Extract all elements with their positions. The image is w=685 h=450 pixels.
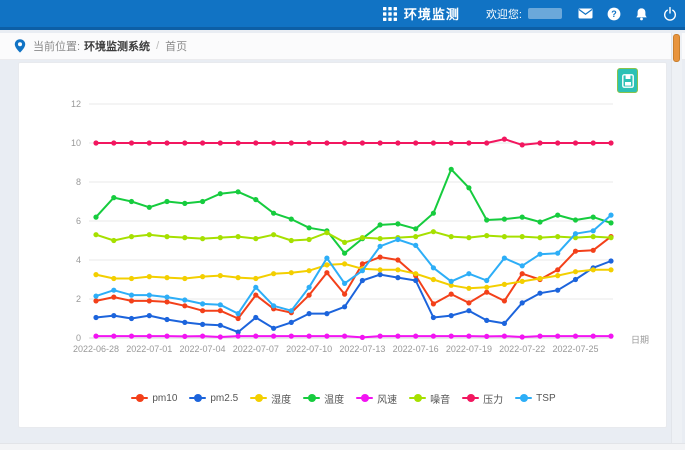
svg-text:12: 12 xyxy=(71,99,81,109)
legend-label: pm10 xyxy=(152,393,177,404)
legend-marker xyxy=(409,394,426,403)
breadcrumb-system-link[interactable]: 环境监测系统 xyxy=(84,38,150,54)
legend-marker xyxy=(515,394,532,403)
legend-label: 风速 xyxy=(377,391,397,406)
svg-text:2022-07-25: 2022-07-25 xyxy=(552,344,598,354)
save-image-icon xyxy=(622,74,634,88)
scrollbar-thumb[interactable] xyxy=(673,34,680,62)
location-pin-icon xyxy=(14,39,26,53)
breadcrumb-separator: / xyxy=(156,40,159,52)
svg-text:2022-07-19: 2022-07-19 xyxy=(446,344,492,354)
save-image-button[interactable] xyxy=(617,68,638,93)
legend-marker xyxy=(250,394,267,403)
svg-text:日期: 日期 xyxy=(631,335,649,345)
legend-label: TSP xyxy=(536,393,555,404)
svg-text:8: 8 xyxy=(76,177,81,187)
legend-item-pm2.5[interactable]: pm2.5 xyxy=(189,393,238,404)
legend-item-TSP[interactable]: TSP xyxy=(515,393,555,404)
svg-text:2022-07-16: 2022-07-16 xyxy=(393,344,439,354)
top-navbar: 环境监测 欢迎您: ? xyxy=(0,0,685,30)
legend-item-噪音[interactable]: 噪音 xyxy=(409,391,450,406)
svg-text:2022-07-22: 2022-07-22 xyxy=(499,344,545,354)
scrollbar[interactable] xyxy=(671,33,682,450)
chart-legend: pm10 pm2.5 湿度 温度 风速 噪音 压力 TSP xyxy=(19,390,668,406)
breadcrumb-home-link[interactable]: 首页 xyxy=(165,38,187,54)
legend-label: pm2.5 xyxy=(210,393,238,404)
app-title: 环境监测 xyxy=(404,4,460,23)
svg-text:2022-07-13: 2022-07-13 xyxy=(339,344,385,354)
bell-icon[interactable] xyxy=(634,6,649,21)
svg-text:6: 6 xyxy=(76,216,81,226)
svg-text:2: 2 xyxy=(76,294,81,304)
legend-item-风速[interactable]: 风速 xyxy=(356,391,397,406)
chart-card: 0 2 4 6 8 10 12 2022-06-28 2022-07-01 2022-07-04 2… xyxy=(18,62,667,428)
legend-marker xyxy=(462,394,479,403)
svg-text:2022-06-28: 2022-06-28 xyxy=(73,344,119,354)
line-chart: 0 2 4 6 8 10 12 2022-06-28 2022-07-01 2022-07-04 2… xyxy=(19,63,668,383)
breadcrumb-location-label: 当前位置: xyxy=(33,38,80,54)
svg-text:?: ? xyxy=(611,9,617,19)
legend-item-温度[interactable]: 温度 xyxy=(303,391,344,406)
svg-text:10: 10 xyxy=(71,138,81,148)
legend-marker xyxy=(131,394,148,403)
legend-marker xyxy=(189,394,206,403)
legend-item-湿度[interactable]: 湿度 xyxy=(250,391,291,406)
legend-label: 压力 xyxy=(483,391,503,406)
svg-text:2022-07-10: 2022-07-10 xyxy=(286,344,332,354)
bottom-strip xyxy=(0,443,685,450)
welcome-label: 欢迎您: xyxy=(486,6,522,22)
svg-text:0: 0 xyxy=(76,333,81,343)
svg-text:2022-07-01: 2022-07-01 xyxy=(126,344,172,354)
help-icon[interactable]: ? xyxy=(606,6,621,21)
legend-item-压力[interactable]: 压力 xyxy=(462,391,503,406)
legend-label: 噪音 xyxy=(430,391,450,406)
svg-text:4: 4 xyxy=(76,255,81,265)
legend-label: 温度 xyxy=(324,391,344,406)
svg-text:2022-07-04: 2022-07-04 xyxy=(180,344,226,354)
legend-item-pm10[interactable]: pm10 xyxy=(131,393,177,404)
mail-icon[interactable] xyxy=(578,6,593,21)
legend-marker xyxy=(303,394,320,403)
user-name-redacted xyxy=(528,8,562,19)
power-icon[interactable] xyxy=(662,6,677,21)
svg-text:2022-07-07: 2022-07-07 xyxy=(233,344,279,354)
breadcrumb-bar: 当前位置: 环境监测系统 / 首页 xyxy=(0,33,685,60)
legend-marker xyxy=(356,394,373,403)
legend-label: 湿度 xyxy=(271,391,291,406)
apps-grid-icon[interactable] xyxy=(383,6,398,21)
